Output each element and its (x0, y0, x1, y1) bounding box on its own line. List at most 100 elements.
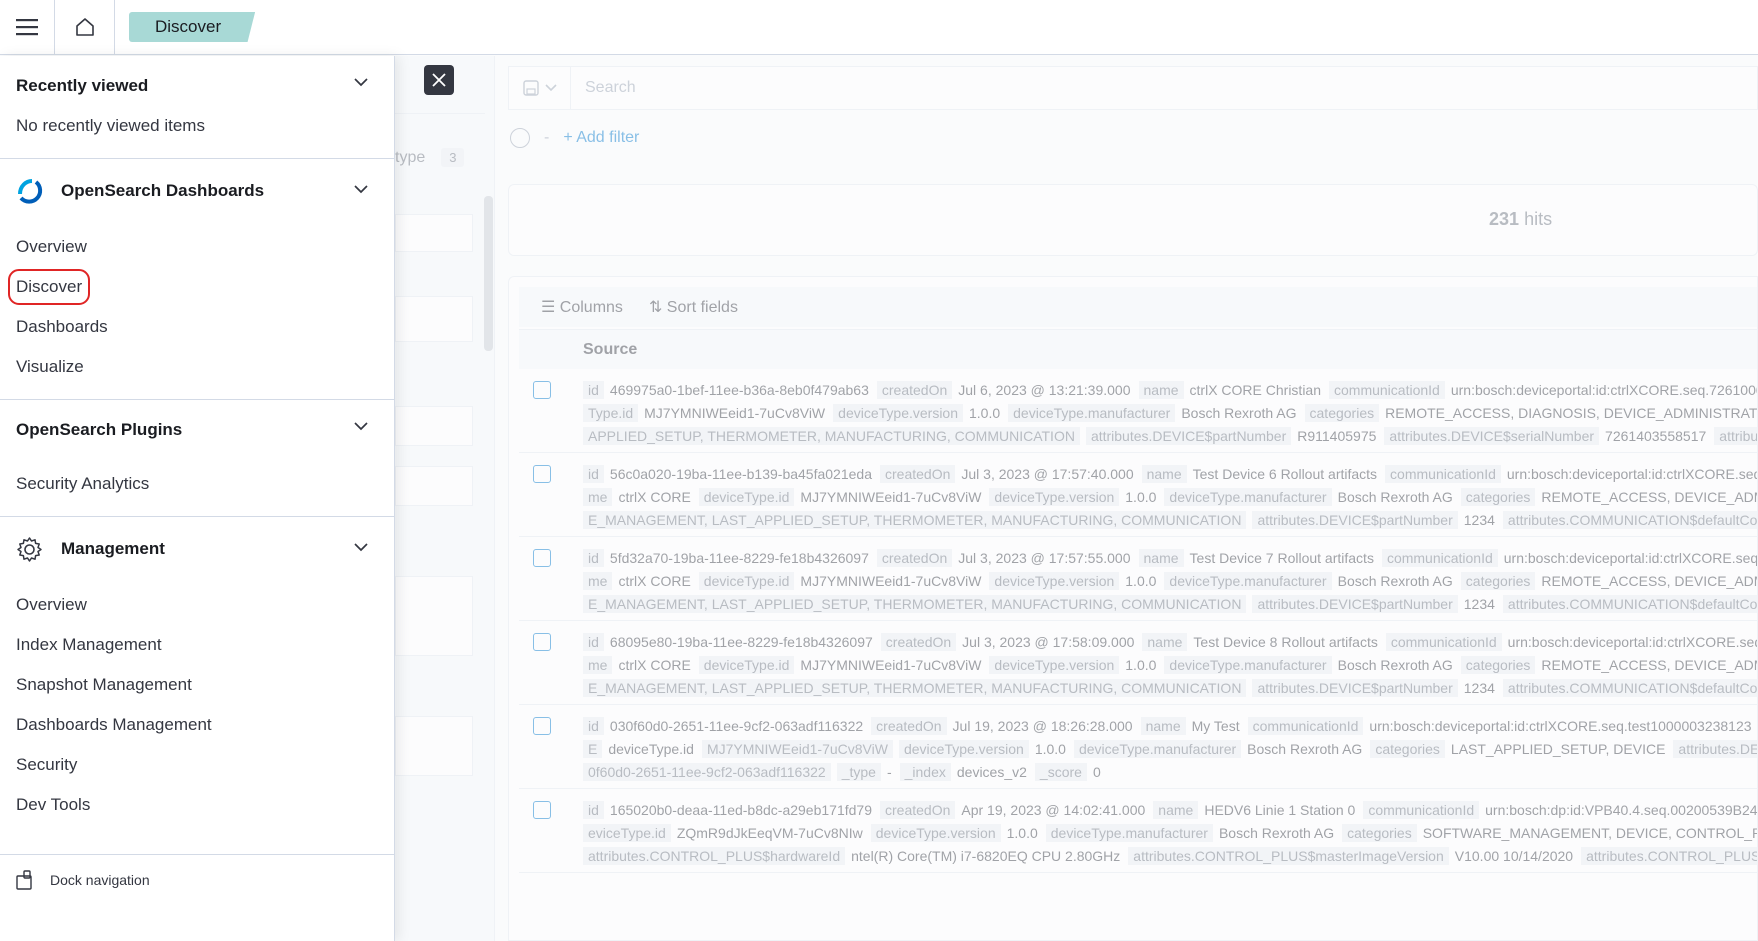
field-key: deviceType.version (870, 824, 1001, 842)
breadcrumb[interactable]: Discover (129, 12, 256, 42)
field-value: 1.0.0 (1125, 657, 1157, 673)
field-key: me (583, 488, 613, 506)
recently-viewed-toggle[interactable]: Recently viewed (0, 56, 394, 116)
field-value: 1.0.0 (969, 405, 1001, 421)
save-icon (522, 80, 539, 96)
field-value: 1234 (1463, 596, 1495, 612)
field-key: attributes.CONTROL_PLUS$opera (1581, 847, 1757, 865)
inspect-document-icon[interactable] (533, 717, 551, 735)
field-key: deviceType.manufacturer (1045, 824, 1213, 842)
field-value: 0 (1092, 764, 1101, 780)
management-list: Overview Index Management Snapshot Managem… (0, 581, 394, 837)
field-key: attributes.DEVICE$serialNumber (1384, 427, 1600, 445)
inspect-document-icon[interactable] (533, 465, 551, 483)
sidebar-scrollbar[interactable] (484, 196, 493, 351)
field-value: - (886, 764, 892, 780)
chevron-down-icon (354, 422, 368, 431)
opensearch-dashboards-section: OpenSearch Dashboards Overview Discover Da… (0, 159, 394, 400)
filter-options-icon[interactable] (510, 128, 530, 148)
nav-item-dashboards-management[interactable]: Dashboards Management (0, 705, 394, 745)
source-line: me ctrlX CORE deviceType.id MJ7YMNIWEeid1-7… (583, 570, 1757, 593)
menu-toggle-button[interactable] (0, 0, 55, 55)
sort-fields-button[interactable]: ⇅ Sort fields (649, 297, 738, 317)
inspect-document-icon[interactable] (533, 381, 551, 399)
field-key: attributes.DEVICE$partNumber (1252, 679, 1458, 697)
field-value: Test Device 8 Rollout artifacts (1193, 634, 1378, 650)
field-value: ctrlX CORE (618, 657, 691, 673)
field-item[interactable] (395, 576, 473, 656)
nav-item-discover[interactable]: Discover (0, 267, 394, 307)
nav-item-snapshot-management[interactable]: Snapshot Management (0, 665, 394, 705)
field-key: createdOn (880, 801, 956, 819)
source-line: id 030f60d0-2651-11ee-9cf2-063adf116322 cr… (583, 715, 1757, 738)
management-toggle[interactable]: Management (0, 517, 394, 581)
dock-icon (16, 869, 32, 890)
field-value: Jul 19, 2023 @ 18:26:28.000 (952, 718, 1133, 734)
field-key: communicationId (1363, 801, 1480, 819)
field-value: 1.0.0 (1125, 573, 1157, 589)
field-value: Jul 3, 2023 @ 17:58:09.000 (962, 634, 1135, 650)
field-key: categories (1460, 488, 1536, 506)
source-line: id 56c0a020-19ba-11ee-b139-ba45fa021eda cr… (583, 463, 1757, 486)
source-line: me ctrlX CORE deviceType.id MJ7YMNIWEeid1-7… (583, 486, 1757, 509)
field-value: 165020b0-deaa-11ed-b8dc-a29eb171fd79 (609, 802, 872, 818)
field-key: _type (836, 763, 881, 781)
plugins-toggle[interactable]: OpenSearch Plugins (0, 400, 394, 460)
field-value: urn:bosch:deviceportal:id:ctrlXCORE.seq.… (1506, 466, 1757, 482)
hits-panel: 231 hits (508, 184, 1758, 256)
plugins-section: OpenSearch Plugins Security Analytics (0, 400, 394, 517)
table-rows: id 469975a0-1bef-11ee-b36a-8eb0f479ab63 cr… (519, 369, 1757, 873)
field-value: Bosch Rexroth AG (1337, 573, 1453, 589)
field-value: REMOTE_ACCESS, DEVICE_ADMINISTRATI (1541, 573, 1757, 589)
inspect-document-icon[interactable] (533, 633, 551, 651)
close-nav-button[interactable] (424, 65, 454, 95)
recently-viewed-empty: No recently viewed items (16, 116, 205, 135)
nav-item-overview[interactable]: Overview (0, 585, 394, 625)
field-value: MJ7YMNIWEeid1-7uCv8ViW (800, 573, 982, 589)
field-value: 469975a0-1bef-11ee-b36a-8eb0f479ab63 (609, 382, 869, 398)
field-key: deviceType.id (698, 656, 795, 674)
section-title: Recently viewed (16, 76, 149, 95)
field-item[interactable] (395, 466, 473, 506)
field-key: E (583, 740, 603, 758)
opensearch-dashboards-toggle[interactable]: OpenSearch Dashboards (0, 159, 394, 223)
field-value: MJ7YMNIWEeid1-7uCv8ViW (644, 405, 826, 421)
saved-query-button[interactable] (509, 66, 571, 110)
field-value: Bosch Rexroth AG (1181, 405, 1297, 421)
nav-item-dev-tools[interactable]: Dev Tools (0, 785, 394, 825)
add-filter-button[interactable]: + Add filter (563, 129, 639, 147)
nav-item-label: Dev Tools (16, 795, 91, 814)
field-key: deviceType.version (989, 656, 1120, 674)
search-input[interactable]: Search (585, 79, 636, 97)
field-item[interactable] (395, 716, 473, 776)
field-item[interactable] (395, 296, 473, 342)
field-key: createdOn (880, 633, 957, 651)
nav-item-overview[interactable]: Overview (0, 227, 394, 267)
field-value: 5fd32a70-19ba-11ee-8229-fe18b4326097 (609, 550, 869, 566)
home-icon (75, 18, 94, 36)
field-key: createdOn (880, 465, 956, 483)
columns-button[interactable]: ☰ Columns (541, 297, 623, 317)
inspect-document-icon[interactable] (533, 549, 551, 567)
nav-item-visualize[interactable]: Visualize (0, 347, 394, 387)
dock-navigation-button[interactable]: Dock navigation (0, 854, 395, 904)
home-button[interactable] (55, 0, 115, 55)
field-key: deviceType.version (898, 740, 1029, 758)
field-item[interactable] (395, 406, 473, 446)
nav-item-label: Dashboards Management (16, 715, 212, 734)
source-line: E_MANAGEMENT, LAST_APPLIED_SETUP, THERMO… (583, 677, 1757, 700)
field-type-filter[interactable]: type 3 (395, 148, 465, 167)
nav-item-index-management[interactable]: Index Management (0, 625, 394, 665)
inspect-document-icon[interactable] (533, 801, 551, 819)
field-key: eviceType.id (583, 824, 671, 842)
field-key: deviceType.id (698, 488, 795, 506)
chevron-down-icon (544, 84, 557, 92)
nav-item-dashboards[interactable]: Dashboards (0, 307, 394, 347)
nav-item-label: Overview (16, 595, 87, 614)
nav-item-security-analytics[interactable]: Security Analytics (0, 464, 394, 504)
field-key: _score (1034, 763, 1087, 781)
field-key: attributes.COMMUNICATION$defaultConnecti… (1502, 595, 1757, 613)
nav-item-security[interactable]: Security (0, 745, 394, 785)
section-title: Management (61, 539, 165, 558)
field-item[interactable] (395, 214, 473, 252)
